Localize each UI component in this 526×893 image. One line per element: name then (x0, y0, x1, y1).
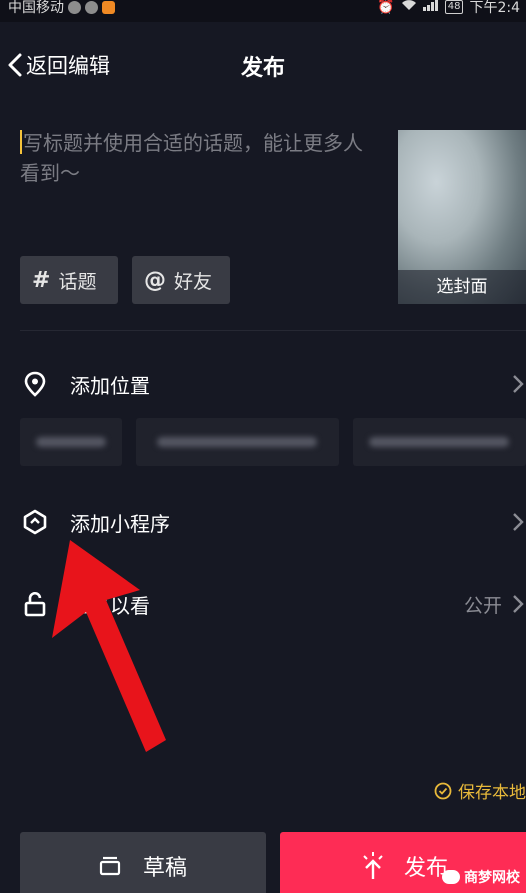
caption-input[interactable]: 写标题并使用合适的话题，能让更多人看到～ (20, 128, 380, 188)
page-title: 发布 (240, 56, 285, 81)
cover-thumbnail[interactable]: 选封面 (398, 130, 526, 304)
location-pin-icon (24, 371, 46, 397)
save-local-label: 保存本地 (458, 783, 526, 803)
unlock-icon (24, 591, 46, 617)
draft-label: 草稿 (142, 856, 187, 881)
add-location-label: 添加位置 (70, 373, 150, 398)
chevron-right-icon (513, 513, 524, 531)
watermark-text: 商梦网校 (464, 870, 520, 886)
friend-label: 好友 (174, 270, 213, 293)
at-icon: @ (144, 267, 166, 293)
divider (20, 330, 526, 331)
nav-bar: 返回编辑 发布 (0, 36, 526, 96)
status-bar: 中国移动 ⏰ 48 下午2:4 (0, 0, 526, 22)
location-suggestion-chip[interactable] (352, 418, 526, 466)
chevron-right-icon (513, 595, 524, 613)
visibility-label: 谁可以看 (70, 593, 150, 618)
add-mini-program-label: 添加小程序 (70, 511, 170, 536)
topic-button[interactable]: # 话题 (20, 256, 118, 304)
topic-label: 话题 (58, 270, 97, 293)
notification-icon (68, 0, 81, 14)
location-suggestion-chip[interactable] (20, 418, 123, 466)
hashtag-icon: # (32, 267, 51, 293)
annotation-arrow-shape (52, 540, 166, 752)
select-cover-label: 选封面 (398, 270, 526, 304)
caption-placeholder: 写标题并使用合适的话题，能让更多人看到～ (20, 131, 363, 185)
location-suggestion-chip[interactable] (136, 418, 339, 466)
wifi-icon (401, 0, 417, 15)
check-circle-icon (434, 782, 452, 799)
battery-icon: 48 (444, 0, 464, 14)
visibility-row[interactable]: 谁可以看 公开 (0, 584, 526, 624)
add-mini-program-row[interactable]: 添加小程序 (0, 502, 526, 542)
carrier-name: 中国移动 (8, 0, 64, 16)
draft-button[interactable]: 草稿 (20, 832, 266, 893)
mini-program-icon (23, 509, 47, 535)
add-location-row[interactable]: 添加位置 (0, 364, 526, 404)
location-suggestions (20, 418, 526, 466)
visibility-value: 公开 (463, 594, 502, 617)
play-notification-icon (102, 0, 115, 14)
watermark: 商梦网校 (442, 867, 520, 887)
draft-box-icon (99, 856, 121, 876)
clock: 下午2:4 (469, 0, 520, 16)
alarm-icon: ⏰ (377, 0, 395, 15)
save-local-toggle[interactable]: 保存本地 (434, 778, 526, 803)
mention-friend-button[interactable]: @ 好友 (132, 256, 230, 304)
chevron-right-icon (513, 375, 524, 393)
signal-icon (422, 0, 439, 15)
text-caret (20, 130, 22, 154)
wechat-icon (442, 870, 460, 884)
publish-sparkle-icon (363, 852, 383, 879)
app-notification-icon (85, 0, 98, 14)
